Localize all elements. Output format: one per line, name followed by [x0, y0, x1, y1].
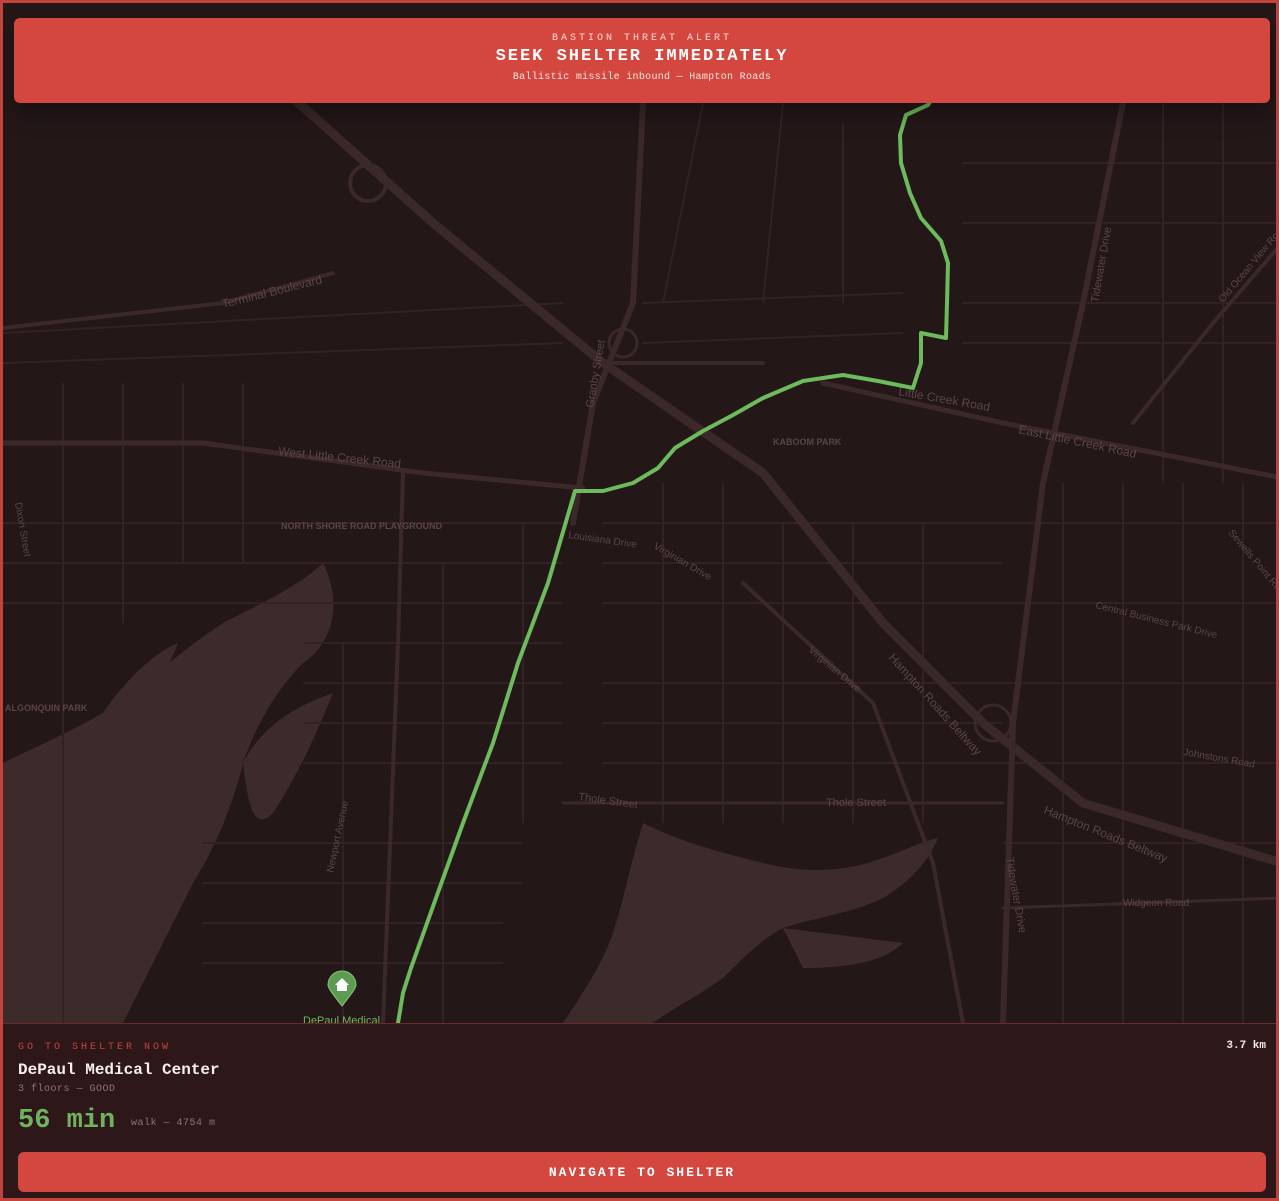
- park-label: ALGONQUIN PARK: [5, 703, 88, 713]
- alert-kicker: BASTION THREAT ALERT: [551, 33, 733, 44]
- threat-alert-banner: BASTION THREAT ALERT SEEK SHELTER IMMEDI…: [14, 18, 1270, 103]
- alert-subtitle: Ballistic missile inbound — Hampton Road…: [512, 72, 772, 83]
- alert-title: SEEK SHELTER IMMEDIATELY: [495, 47, 789, 66]
- walk-eta: 56 min: [18, 1106, 116, 1136]
- street-label: Widgeon Road: [1123, 898, 1189, 909]
- shelter-name: DePaul Medical Center: [18, 1061, 220, 1079]
- walk-distance: walk — 4754 m: [131, 1118, 216, 1129]
- shelter-panel: GO TO SHELTER NOW 3.7 km DePaul Medical …: [3, 1023, 1276, 1198]
- app-frame: Terminal Boulevard West Little Creek Roa…: [0, 0, 1279, 1201]
- street-label: Thole Street: [826, 797, 886, 809]
- park-label: NORTH SHORE ROAD PLAYGROUND: [281, 521, 443, 531]
- map-view[interactable]: Terminal Boulevard West Little Creek Roa…: [3, 3, 1279, 1023]
- shelter-meta: 3 floors — GOOD: [18, 1084, 116, 1095]
- shelter-marker-label: DePaul Medical: [303, 1015, 380, 1023]
- navigate-to-shelter-button[interactable]: NAVIGATE TO SHELTER: [18, 1152, 1266, 1192]
- park-label: KABOOM PARK: [773, 437, 842, 447]
- distance-value: 3.7 km: [1226, 1040, 1266, 1052]
- go-to-shelter-label: GO TO SHELTER NOW: [18, 1042, 172, 1053]
